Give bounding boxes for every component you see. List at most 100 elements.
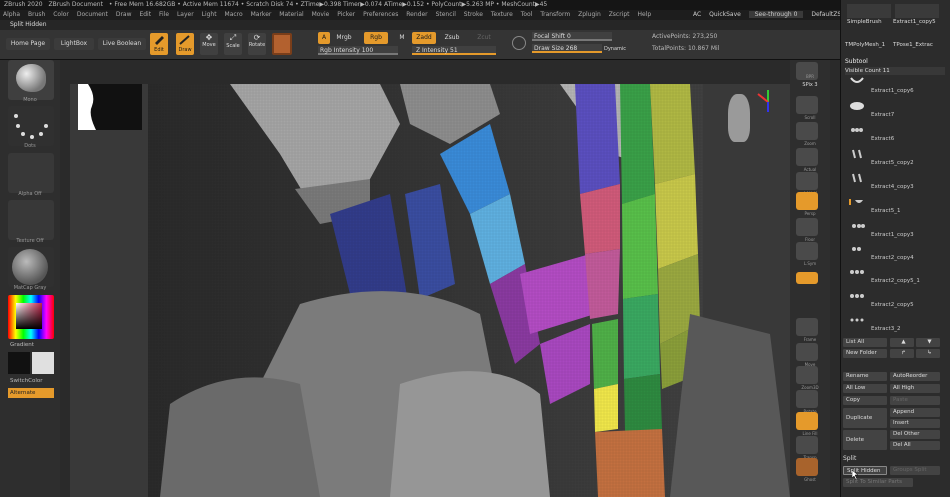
subtool-item[interactable]: Extract6 <box>843 124 943 146</box>
arrow-down-right-button[interactable]: ↳ <box>916 349 940 358</box>
list-all-button[interactable]: List All <box>843 338 887 347</box>
quicksave-button[interactable]: QuickSave <box>709 11 741 18</box>
menu-transform[interactable]: Transform <box>540 11 570 18</box>
subtool-header[interactable]: Subtool <box>845 58 868 65</box>
lightbox-button[interactable]: LightBox <box>54 38 94 50</box>
menu-draw[interactable]: Draw <box>116 11 132 18</box>
spix-label[interactable]: SPix 3 <box>790 82 830 88</box>
navigation-head-icon[interactable] <box>728 94 750 142</box>
draw-size-slider[interactable]: Draw Size 268 <box>532 44 602 53</box>
lsym-button[interactable] <box>796 242 818 260</box>
texture-thumbnail[interactable] <box>8 200 54 240</box>
subtool-item[interactable]: Extract2_copy4 <box>843 243 943 265</box>
subtool-item[interactable]: Extract7 <box>843 100 943 122</box>
all-low-button[interactable]: All Low <box>843 384 887 393</box>
new-folder-button[interactable]: New Folder <box>843 349 887 358</box>
move-down-arrow-button[interactable]: ▼ <box>916 338 940 347</box>
a-toggle[interactable]: A <box>318 32 330 44</box>
menu-color[interactable]: Color <box>53 11 69 18</box>
menu-edit[interactable]: Edit <box>139 11 151 18</box>
menu-picker[interactable]: Picker <box>337 11 355 18</box>
arrow-up-right-button[interactable]: ↱ <box>890 349 914 358</box>
rename-button[interactable]: Rename <box>843 372 887 381</box>
live-boolean-button[interactable]: Live Boolean <box>98 38 146 50</box>
frame-button[interactable] <box>796 318 818 336</box>
insert-button[interactable]: Insert <box>890 419 940 428</box>
floor-button[interactable] <box>796 218 818 236</box>
menu-marker[interactable]: Marker <box>251 11 272 18</box>
seethrough-slider[interactable]: See-through 0 <box>748 11 804 18</box>
zsub-toggle[interactable]: Zsub <box>440 32 464 44</box>
paste-button[interactable]: Paste <box>890 396 940 405</box>
groups-split-button[interactable]: Groups Split <box>890 466 940 475</box>
menu-macro[interactable]: Macro <box>225 11 243 18</box>
subtool-item[interactable]: Extract1_copy3 <box>843 220 943 242</box>
stroke-thumbnail[interactable] <box>8 106 54 146</box>
dynamic-toggle[interactable]: Dynamic <box>604 43 626 55</box>
menu-render[interactable]: Render <box>406 11 427 18</box>
menu-zplugin[interactable]: Zplugin <box>578 11 601 18</box>
ac-button[interactable]: AC <box>693 11 701 18</box>
transp-button[interactable] <box>796 436 818 454</box>
menu-light[interactable]: Light <box>202 11 217 18</box>
axis-gizmo-icon[interactable] <box>754 88 784 118</box>
focal-shift-slider[interactable]: Focal Shift 0 <box>532 32 612 41</box>
visible-count[interactable]: Visible Count 11 <box>845 67 945 75</box>
draw-mode-button[interactable]: Draw <box>176 33 194 55</box>
subtool-item[interactable]: Extract4_copy3 <box>843 172 943 194</box>
tool-label-tmpolymesh[interactable]: TMPolyMesh_1 <box>845 42 885 48</box>
menu-zscript[interactable]: Zscript <box>609 11 630 18</box>
edit-mode-button[interactable]: Edit <box>150 33 168 55</box>
menu-material[interactable]: Material <box>279 11 303 18</box>
all-high-button[interactable]: All High <box>890 384 940 393</box>
xyz-button[interactable] <box>796 272 818 284</box>
tool-thumb-extract1-copy5[interactable] <box>895 4 939 18</box>
ghost-button[interactable] <box>796 458 818 476</box>
duplicate-button[interactable]: Duplicate <box>843 408 887 428</box>
move-up-arrow-button[interactable]: ▲ <box>890 338 914 347</box>
menu-preferences[interactable]: Preferences <box>363 11 398 18</box>
material-swatch-button[interactable] <box>272 33 292 55</box>
menu-document[interactable]: Document <box>77 11 108 18</box>
subtool-item[interactable]: Extract1_copy6 <box>843 76 943 98</box>
switch-color-label[interactable]: SwitchColor <box>10 378 43 384</box>
zadd-toggle[interactable]: Zadd <box>412 32 436 44</box>
scale-mode-button[interactable]: ⤢ Scale <box>224 33 242 55</box>
copy-button[interactable]: Copy <box>843 396 887 405</box>
append-button[interactable]: Append <box>890 408 940 417</box>
menu-tool[interactable]: Tool <box>521 11 533 18</box>
move-view-button[interactable] <box>796 343 818 361</box>
subtool-item[interactable]: Extract3_2 <box>843 314 943 334</box>
rgb-intensity-slider[interactable]: Rgb Intensity 100 <box>318 46 398 55</box>
z-intensity-slider[interactable]: Z Intensity 51 <box>412 46 496 55</box>
zcut-toggle[interactable]: Zcut <box>472 32 496 44</box>
alternate-button[interactable]: Alternate <box>8 388 54 398</box>
tool-thumb-simplebrush[interactable] <box>847 4 891 18</box>
aahalf-button[interactable] <box>796 172 818 190</box>
m-toggle[interactable]: M <box>396 32 408 44</box>
subtool-item[interactable]: Extract2_copy5 <box>843 290 943 312</box>
tool-label-tpose[interactable]: TPose1_Extrac <box>893 42 933 48</box>
move-mode-button[interactable]: ✥ Move <box>200 33 218 55</box>
subtool-item[interactable]: Extract5_1 <box>843 196 943 218</box>
menu-movie[interactable]: Movie <box>312 11 330 18</box>
zoom-button[interactable] <box>796 122 818 140</box>
menu-layer[interactable]: Layer <box>177 11 194 18</box>
split-hidden-button[interactable]: Split Hidden <box>843 466 887 475</box>
zoom3d-button[interactable] <box>796 366 818 384</box>
subtool-item[interactable]: Extract5_copy2 <box>843 148 943 170</box>
menu-help[interactable]: Help <box>637 11 651 18</box>
rotate-view-button[interactable] <box>796 390 818 408</box>
split-section-header[interactable]: Split <box>843 455 856 462</box>
rotate-mode-button[interactable]: ⟳ Rotate <box>248 33 266 55</box>
delete-button[interactable]: Delete <box>843 430 887 450</box>
menu-stroke[interactable]: Stroke <box>464 11 483 18</box>
mrgb-toggle[interactable]: Mrgb <box>332 32 356 44</box>
secondary-color-swatch[interactable] <box>32 352 54 374</box>
brush-thumbnail[interactable] <box>8 60 54 100</box>
menu-texture[interactable]: Texture <box>491 11 513 18</box>
del-all-button[interactable]: Del All <box>890 441 940 450</box>
color-picker[interactable] <box>8 295 54 339</box>
home-page-button[interactable]: Home Page <box>6 38 50 50</box>
polyframe-button[interactable] <box>796 412 818 430</box>
